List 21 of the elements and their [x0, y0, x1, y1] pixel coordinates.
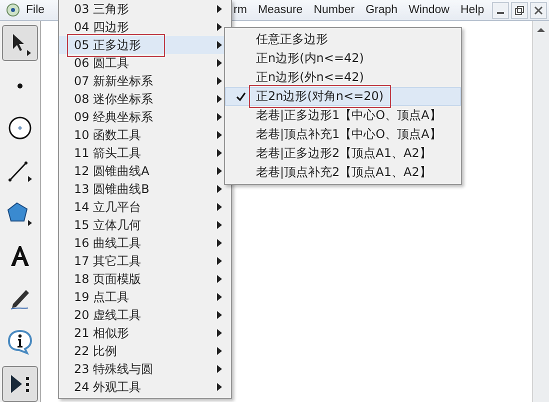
menu-item[interactable]: rm	[234, 4, 247, 16]
menu-item[interactable]: 13 圆锥曲线B	[59, 180, 231, 198]
menu-item[interactable]: 03 三角形	[59, 0, 231, 18]
menu-item[interactable]: 21 相似形	[59, 324, 231, 342]
menu-item[interactable]: 正2n边形(对角n<=20)	[225, 87, 461, 106]
menu-item[interactable]: 18 页面模版	[59, 270, 231, 288]
menu-item[interactable]: Window	[408, 4, 450, 16]
menu-item[interactable]: Measure	[258, 4, 303, 16]
menu-item[interactable]: 19 点工具	[59, 288, 231, 306]
menu-item[interactable]: 16 曲线工具	[59, 234, 231, 252]
menu-item[interactable]: 20 虚线工具	[59, 306, 231, 324]
menu-item[interactable]: 23 特殊线与圆	[59, 360, 231, 378]
menu-item[interactable]: 24 外观工具	[59, 378, 231, 396]
menu-item[interactable]: Graph	[366, 4, 398, 16]
menu-item[interactable]: File	[26, 4, 45, 16]
menu-item[interactable]: Number	[314, 4, 355, 16]
menu-item[interactable]: 22 比例	[59, 342, 231, 360]
menu-item[interactable]: 15 立体几何	[59, 216, 231, 234]
menu-item[interactable]: 14 立几平台	[59, 198, 231, 216]
menu-item[interactable]: Help	[460, 4, 484, 16]
menu-item[interactable]: 17 其它工具	[59, 252, 231, 270]
